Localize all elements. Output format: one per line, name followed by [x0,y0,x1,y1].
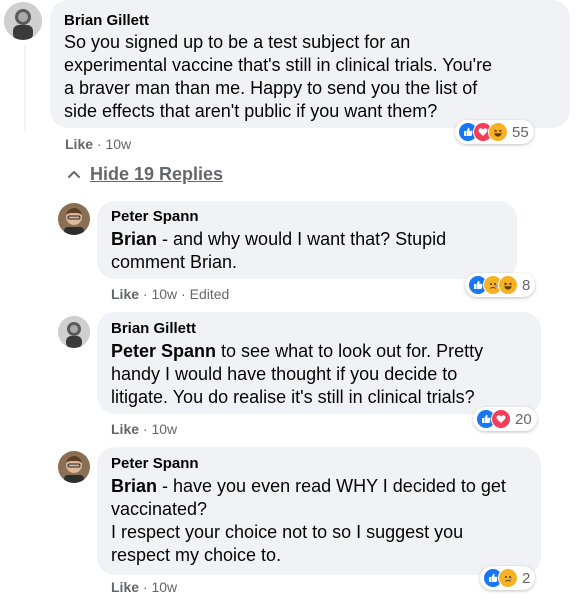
reaction-count: 20 [515,410,532,428]
timestamp[interactable]: 10w [151,421,177,437]
comment-text: Brian - and why would I want that? Stupi… [111,228,446,274]
reaction-count: 2 [522,569,531,587]
like-button[interactable]: Like [111,421,139,437]
like-button[interactable]: Like [111,579,139,595]
comment-text-segment: - have you even read WHY I decided to ge… [157,476,506,496]
comment-text-line: So you signed up to be a test subject fo… [64,32,411,52]
avatar-image [4,2,42,40]
comment-text-line: a braver man than me. Happy to send you … [64,78,478,98]
comment-author[interactable]: Peter Spann [111,455,199,473]
sad-icon [498,568,518,588]
reaction-summary[interactable]: 20 [473,407,537,431]
mention-link[interactable]: Brian [111,229,157,249]
separator: · [96,136,102,152]
comment-text-segment: to see what to look out for. Pretty [216,341,484,361]
comment-author[interactable]: Brian Gillett [64,12,149,30]
comment-author[interactable]: Peter Spann [111,208,199,226]
avatar-image [58,316,90,348]
comment-text: Brian - have you even read WHY I decided… [111,475,506,567]
separator: · [142,286,148,302]
haha-icon [498,275,518,295]
avatar[interactable] [4,2,42,40]
comment-text-line: respect my choice to. [111,545,282,565]
comment-text: So you signed up to be a test subject fo… [64,31,492,123]
reaction-count: 55 [512,123,529,141]
comment-text-line: litigate. You do realise it's still in c… [111,387,475,407]
comment-text-line: I respect your choice not to so I sugges… [111,522,464,542]
reaction-summary[interactable]: 2 [480,566,536,590]
mention-link[interactable]: Brian [111,476,157,496]
comment-actions: Like · 10w [111,421,177,438]
like-button[interactable]: Like [65,136,93,152]
avatar[interactable] [58,316,90,348]
comment-text-line: Brian - and why would I want that? Stupi… [111,228,446,251]
separator: · [181,286,186,302]
comment-text: Peter Spann to see what to look out for.… [111,340,483,409]
timestamp[interactable]: 10w [151,286,177,302]
comment-text-segment: - and why would I want that? Stupid [157,229,447,249]
comment-text-line: vaccinated? [111,499,208,519]
like-button[interactable]: Like [111,286,139,302]
comment-author[interactable]: Brian Gillett [111,320,196,338]
comment-actions: Like · 10w [65,136,131,153]
comment-actions: Like · 10w · Edited [111,286,229,303]
comment-text-line: comment Brian. [111,252,238,272]
avatar[interactable] [58,451,90,483]
separator: · [142,421,148,437]
hide-replies-toggle[interactable]: Hide 19 Replies [68,163,223,185]
comment-actions: Like · 10w [111,579,177,596]
timestamp[interactable]: 10w [105,136,131,152]
avatar-image [58,203,90,235]
love-icon [491,409,511,429]
chevron-up-icon [68,171,80,178]
comment-text-line: Peter Spann to see what to look out for.… [111,340,483,363]
avatar-image [58,451,90,483]
thread-line-top [24,46,26,131]
avatar[interactable] [58,203,90,235]
hide-replies-label[interactable]: Hide 19 Replies [90,164,223,185]
edited-label[interactable]: Edited [190,286,230,302]
comment-text-line: side effects that aren't public if you w… [64,101,438,121]
separator: · [142,579,148,595]
reaction-count: 8 [522,276,531,294]
comment-text-line: Brian - have you even read WHY I decided… [111,475,506,498]
mention-link[interactable]: Peter Spann [111,341,216,361]
reaction-summary[interactable]: 55 [455,120,534,144]
reaction-summary[interactable]: 8 [465,273,536,297]
comment-text-line: handy I would have thought if you decide… [111,364,458,384]
comment-text-line: experimental vaccine that's still in cli… [64,55,493,75]
timestamp[interactable]: 10w [151,579,177,595]
haha-icon [488,122,508,142]
